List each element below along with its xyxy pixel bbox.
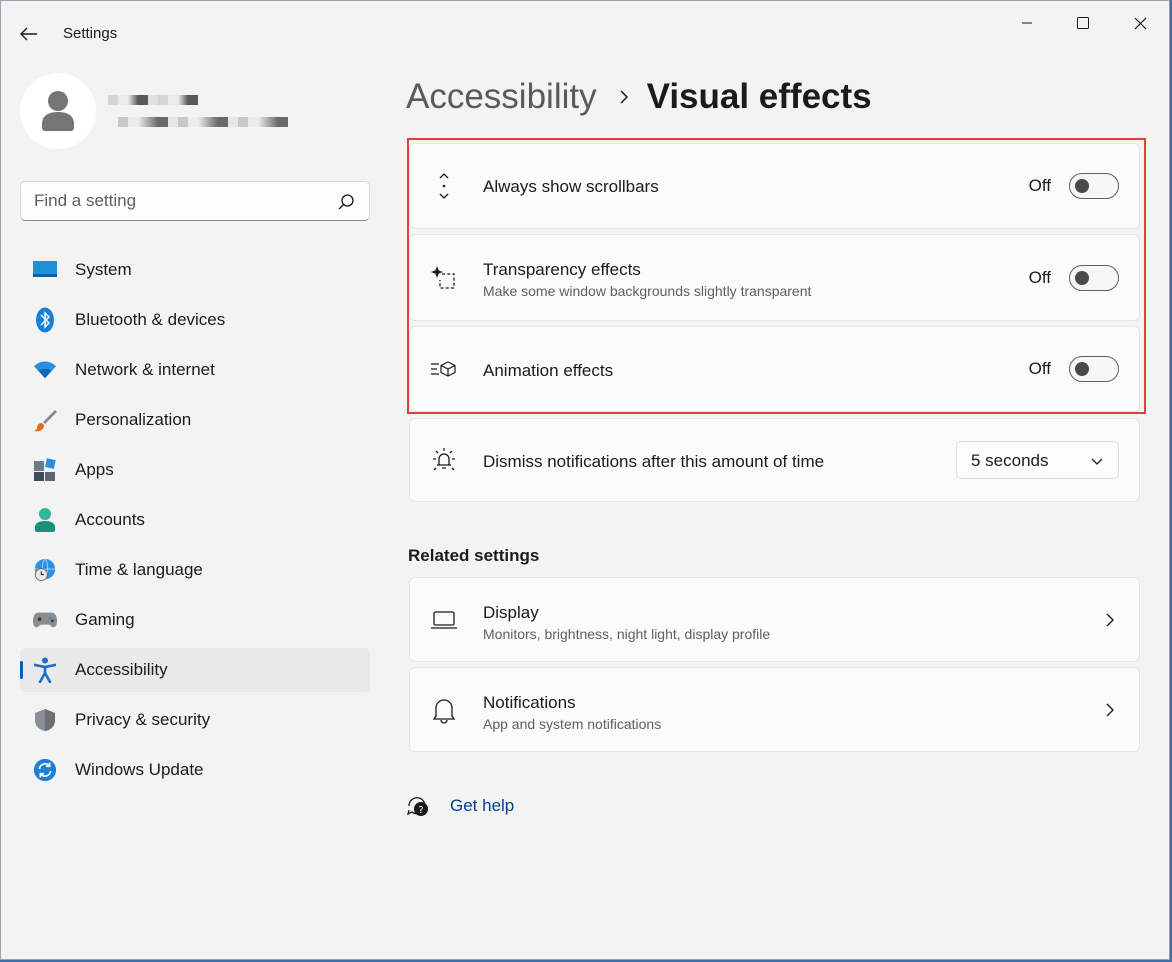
breadcrumb: Accessibility Visual effects [406,75,872,119]
paintbrush-icon [33,408,57,432]
settings-window: Settings System Bluetooth & devices [0,0,1170,960]
close-icon [1134,17,1146,29]
search-input[interactable] [34,190,324,212]
related-display-link[interactable]: Display Monitors, brightness, night ligh… [409,577,1140,662]
chevron-right-icon [1103,701,1117,719]
notification-duration-dropdown[interactable]: 5 seconds [956,441,1119,479]
sidebar-item-accessibility[interactable]: Accessibility [20,648,370,692]
setting-subtitle: Make some window backgrounds slightly tr… [483,283,812,299]
close-button[interactable] [1117,7,1163,39]
breadcrumb-parent[interactable]: Accessibility [406,77,597,117]
sidebar-item-label: Personalization [75,410,192,429]
animation-toggle-group: Off [1029,356,1119,382]
help-chat-icon: ? [407,797,428,816]
related-settings-heading: Related settings [408,546,540,565]
chevron-right-icon [619,89,629,105]
related-subtitle: Monitors, brightness, night light, displ… [483,626,771,642]
related-title: Notifications [483,693,576,712]
dropdown-value: 5 seconds [971,451,1049,470]
title-bar: Settings [1,1,1169,57]
sidebar-item-personalization[interactable]: Personalization [20,398,370,442]
sidebar-item-system[interactable]: System [20,248,370,292]
search-icon[interactable] [337,193,355,211]
setting-title: Always show scrollbars [483,177,659,196]
gamepad-icon [33,608,57,632]
setting-always-show-scrollbars: Always show scrollbars Off [409,143,1140,229]
account-icon [33,508,57,532]
animation-toggle[interactable] [1069,356,1119,382]
accessibility-icon [33,657,57,683]
person-icon [42,91,74,131]
arrow-left-icon [20,27,37,41]
bell-icon [430,696,458,724]
sidebar-item-label: Gaming [75,610,135,629]
related-title: Display [483,603,539,622]
sidebar-item-label: Accounts [75,510,145,529]
globe-clock-icon [33,558,57,582]
setting-title: Dismiss notifications after this amount … [483,452,825,471]
system-monitor-icon [33,258,57,282]
chevron-right-icon [1103,611,1117,629]
setting-transparency-effects: Transparency effects Make some window ba… [409,234,1140,321]
related-subtitle: App and system notifications [483,716,662,732]
sidebar-item-label: Windows Update [75,760,204,779]
toggle-state-label: Off [1028,176,1051,195]
transparency-toggle[interactable] [1069,264,1119,291]
shield-icon [33,708,57,732]
brightness-bell-icon [430,446,458,474]
sidebar-item-network[interactable]: Network & internet [20,348,370,392]
transparency-sparkle-icon [430,264,458,292]
setting-dismiss-notifications: Dismiss notifications after this amount … [409,418,1140,502]
scrollbars-toggle-group: Off [1029,173,1119,199]
apps-icon [33,458,57,482]
update-icon [33,758,57,782]
chevron-down-icon [1091,458,1103,465]
sidebar-item-label: Privacy & security [75,710,211,729]
sidebar-item-label: Apps [75,460,114,479]
sidebar-item-apps[interactable]: Apps [20,448,370,492]
get-help-label[interactable]: Get help [450,796,514,816]
minimize-button[interactable] [1004,7,1050,39]
sidebar-item-privacy[interactable]: Privacy & security [20,698,370,742]
scrollbar-arrows-icon [430,172,458,200]
scrollbars-toggle[interactable] [1069,173,1119,199]
animation-icon [430,355,458,383]
sidebar-item-label: Network & internet [75,360,215,379]
sidebar-item-bluetooth[interactable]: Bluetooth & devices [20,298,370,342]
toggle-knob [1075,179,1089,193]
minimize-icon [1022,22,1032,24]
maximize-button[interactable] [1060,7,1106,39]
app-title: Settings [63,25,118,42]
sidebar-item-label: Time & language [75,560,203,579]
sidebar-item-accounts[interactable]: Accounts [20,498,370,542]
search-box[interactable] [20,181,370,221]
sidebar-item-windows-update[interactable]: Windows Update [20,748,370,792]
setting-title: Transparency effects [483,260,641,279]
bluetooth-icon [33,307,57,333]
setting-animation-effects: Animation effects Off [409,326,1140,412]
sidebar-item-label: Accessibility [75,660,168,679]
toggle-state-label: Off [1028,267,1051,287]
setting-title: Animation effects [483,361,614,380]
svg-text:?: ? [418,805,423,816]
redacted-name [108,95,198,105]
wifi-icon [33,358,57,382]
toggle-knob [1075,270,1089,285]
related-notifications-link[interactable]: Notifications App and system notificatio… [409,667,1140,752]
sidebar-item-gaming[interactable]: Gaming [20,598,370,642]
maximize-icon [1077,17,1089,29]
toggle-knob [1075,362,1089,376]
transparency-toggle-group: Off [1028,264,1119,291]
redacted-email [118,117,288,127]
get-help-link[interactable]: ? Get help [406,794,514,818]
page-title: Visual effects [646,77,872,116]
laptop-icon [430,606,458,634]
back-button[interactable] [17,23,41,45]
sidebar-nav: System Bluetooth & devices Network & int… [20,248,370,798]
sidebar-item-time-language[interactable]: Time & language [20,548,370,592]
sidebar-item-label: System [75,260,132,279]
sidebar-item-label: Bluetooth & devices [75,310,226,329]
toggle-state-label: Off [1028,359,1051,378]
avatar[interactable] [20,73,96,149]
